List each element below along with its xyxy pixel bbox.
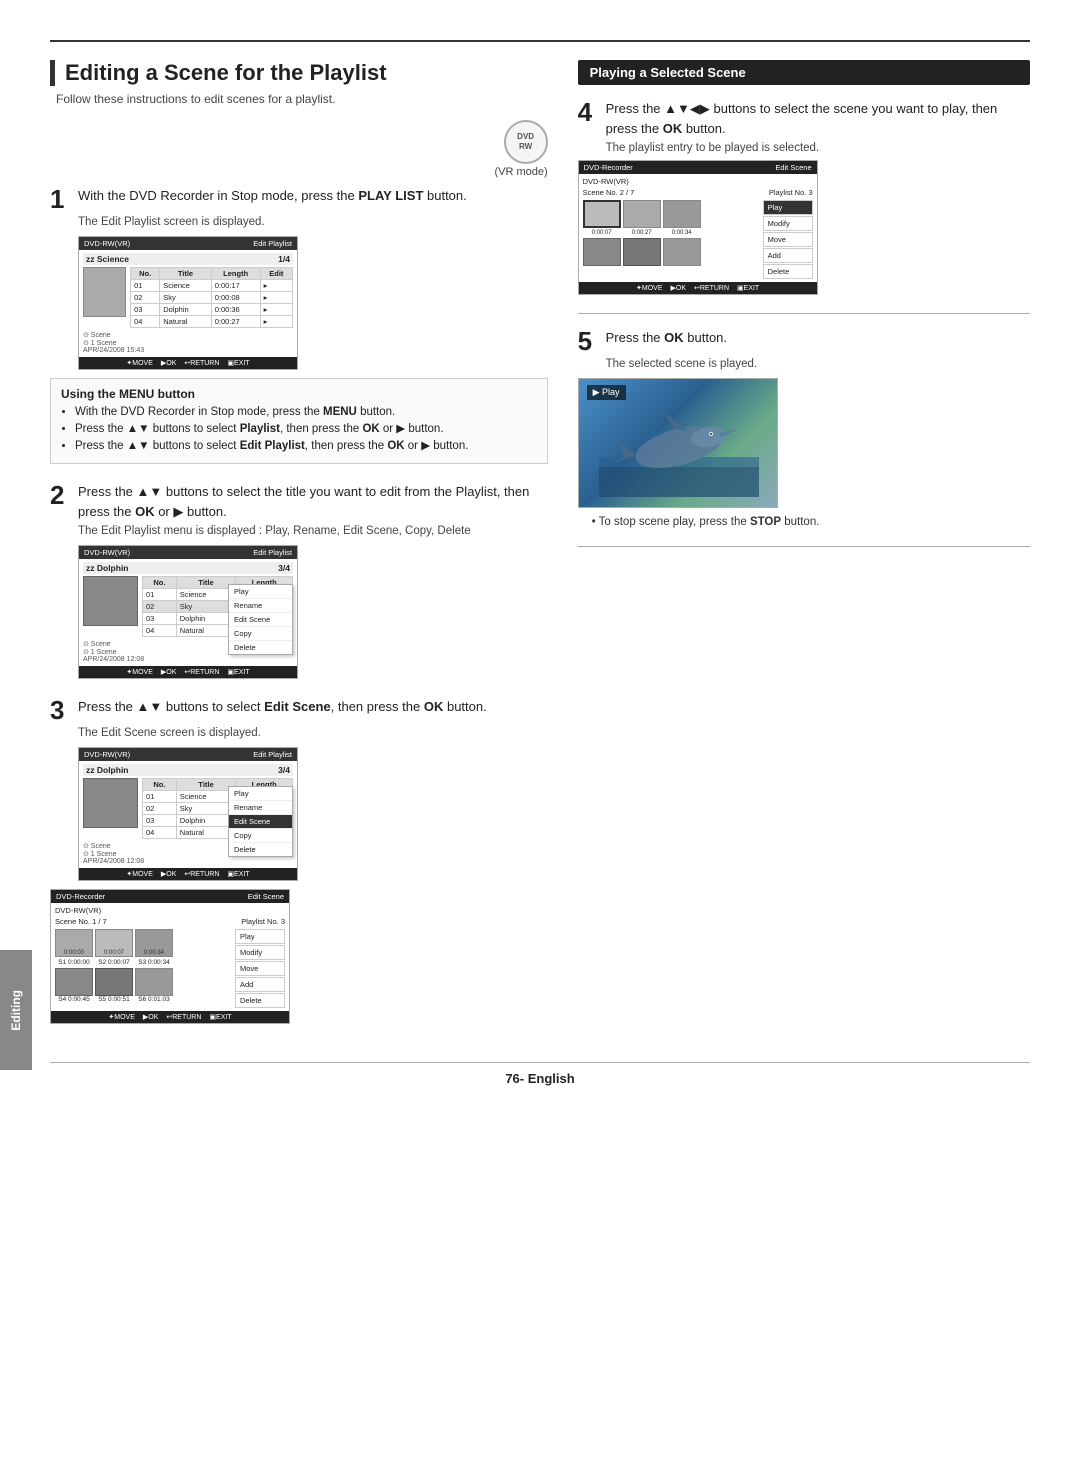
context-menu-2: Play Rename Edit Scene Copy Delete [228, 584, 293, 655]
section-header: Playing a Selected Scene [578, 60, 1030, 85]
right-rule-1 [578, 313, 1030, 314]
screen-1-content: No.TitleLengthEdit 01Science0:00:17▸ 02S… [83, 267, 293, 328]
step-1-text: With the DVD Recorder in Stop mode, pres… [78, 186, 548, 206]
menu-subsection: Using the MENU button With the DVD Recor… [50, 378, 548, 464]
side-tab: Editing [0, 950, 32, 1070]
context-menu-3: Play Rename Edit Scene Copy Delete [228, 786, 293, 857]
stop-note: To stop scene play, press the STOP butto… [592, 516, 1030, 528]
step-4-number: 4 [578, 99, 598, 125]
screen-1-body: zz Science 1/4 No.TitleLengthEdit 01Scie… [79, 250, 297, 357]
side-tab-label: Editing [9, 990, 23, 1031]
step-5: 5 Press the OK button. The selected scen… [578, 328, 1030, 528]
step-2-desc: The Edit Playlist menu is displayed : Pl… [78, 525, 548, 537]
screen-mockup-2: DVD-RW(VR) Edit Playlist zz Dolphin 3/4 [78, 545, 298, 679]
step-4: 4 Press the ▲▼◀▶ buttons to select the s… [578, 99, 1030, 295]
dolphin-svg [599, 407, 759, 497]
step-1-desc: The Edit Playlist screen is displayed. [78, 216, 548, 228]
page-container: Editing Editing a Scene for the Playlist… [0, 0, 1080, 1470]
vr-mode-icon: DVDRW [504, 120, 548, 164]
top-rule [50, 40, 1030, 42]
screen-1-header-left: DVD-RW(VR) [84, 239, 130, 248]
screen-1-info: ⊙ Scene ⊙ 1 Scene APR/24/2008 15:43 [83, 331, 293, 354]
step-2: 2 Press the ▲▼ buttons to select the tit… [50, 482, 548, 679]
step-3-text: Press the ▲▼ buttons to select Edit Scen… [78, 697, 548, 717]
left-column: Editing a Scene for the Playlist Follow … [50, 60, 548, 1042]
page-subtitle: Follow these instructions to edit scenes… [50, 92, 548, 106]
step-3-desc: The Edit Scene screen is displayed. [78, 727, 548, 739]
screen-1-title: zz Science 1/4 [83, 253, 293, 265]
step-4-desc: The playlist entry to be played is selec… [606, 142, 1030, 154]
dolphin-play-image [578, 378, 778, 508]
edit-scene-screen-3: DVD-Recorder Edit Scene DVD-RW(VR) Scene… [50, 889, 290, 1024]
screen-2-body: zz Dolphin 3/4 No.TitleLength 01Science0… [79, 559, 297, 666]
step-1-header: 1 With the DVD Recorder in Stop mode, pr… [50, 186, 548, 212]
step-2-text: Press the ▲▼ buttons to select the title… [78, 482, 548, 521]
screen-1-nav: ✦MOVE ▶OK ↩RETURN ▣EXIT [79, 357, 297, 369]
step-4-header: 4 Press the ▲▼◀▶ buttons to select the s… [578, 99, 1030, 138]
step-3-header: 3 Press the ▲▼ buttons to select Edit Sc… [50, 697, 548, 723]
step-2-header: 2 Press the ▲▼ buttons to select the tit… [50, 482, 548, 521]
bottom-bar: 76- English [50, 1062, 1030, 1086]
menu-subsection-title: Using the MENU button [61, 387, 537, 401]
step-1: 1 With the DVD Recorder in Stop mode, pr… [50, 186, 548, 464]
page-number: 76- English [505, 1071, 574, 1086]
step-5-header: 5 Press the OK button. [578, 328, 1030, 354]
screen-2-thumb [83, 576, 138, 626]
screen-mockup-1: DVD-RW(VR) Edit Playlist zz Science 1/4 … [78, 236, 298, 370]
step-1-number: 1 [50, 186, 70, 212]
menu-item-1: With the DVD Recorder in Stop mode, pres… [75, 406, 537, 418]
step-5-text: Press the OK button. [606, 328, 1030, 348]
screen-1-table: No.TitleLengthEdit 01Science0:00:17▸ 02S… [130, 267, 293, 328]
screen-1-header: DVD-RW(VR) Edit Playlist [79, 237, 297, 250]
vr-mode-area: DVDRW (VR mode) [50, 120, 548, 178]
step-3: 3 Press the ▲▼ buttons to select Edit Sc… [50, 697, 548, 1024]
step-3-number: 3 [50, 697, 70, 723]
screen-mockup-3: DVD-RW(VR) Edit Playlist zz Dolphin 3/4 [78, 747, 298, 881]
two-col-layout: Editing a Scene for the Playlist Follow … [50, 60, 1030, 1042]
scene-thumbnails-row1: 0:00:00 0:00:07 0:00:34 [55, 929, 231, 957]
edit-scene-screen-4: DVD-Recorder Edit Scene DVD-RW(VR) Scene… [578, 160, 818, 295]
step-5-desc: The selected scene is played. [606, 358, 1030, 370]
menu-item-3: Press the ▲▼ buttons to select Edit Play… [75, 438, 537, 452]
right-rule-2 [578, 546, 1030, 547]
page-title: Editing a Scene for the Playlist [50, 60, 548, 86]
vr-mode-label: (VR mode) [494, 166, 547, 178]
step-2-number: 2 [50, 482, 70, 508]
menu-subsection-list: With the DVD Recorder in Stop mode, pres… [61, 406, 537, 452]
step-5-number: 5 [578, 328, 598, 354]
step4-side-menu: Play Modify Move Add Delete [763, 200, 813, 279]
step-4-text: Press the ▲▼◀▶ buttons to select the sce… [606, 99, 1030, 138]
screen-1-thumb [83, 267, 126, 317]
right-column: Playing a Selected Scene 4 Press the ▲▼◀… [578, 60, 1030, 1042]
edit-scene-highlighted: Edit Scene [229, 815, 292, 829]
scene-side-menu: Play Modify Move Add Delete [235, 929, 285, 1008]
menu-item-2: Press the ▲▼ buttons to select Playlist,… [75, 421, 537, 435]
vr-icon-text: DVDRW [517, 132, 534, 151]
screen-2-header: DVD-RW(VR) Edit Playlist [79, 546, 297, 559]
scene-thumbnails-row2 [55, 968, 231, 996]
step-1-bold: PLAY LIST [358, 188, 423, 203]
screen-1-header-right: Edit Playlist [253, 239, 292, 248]
